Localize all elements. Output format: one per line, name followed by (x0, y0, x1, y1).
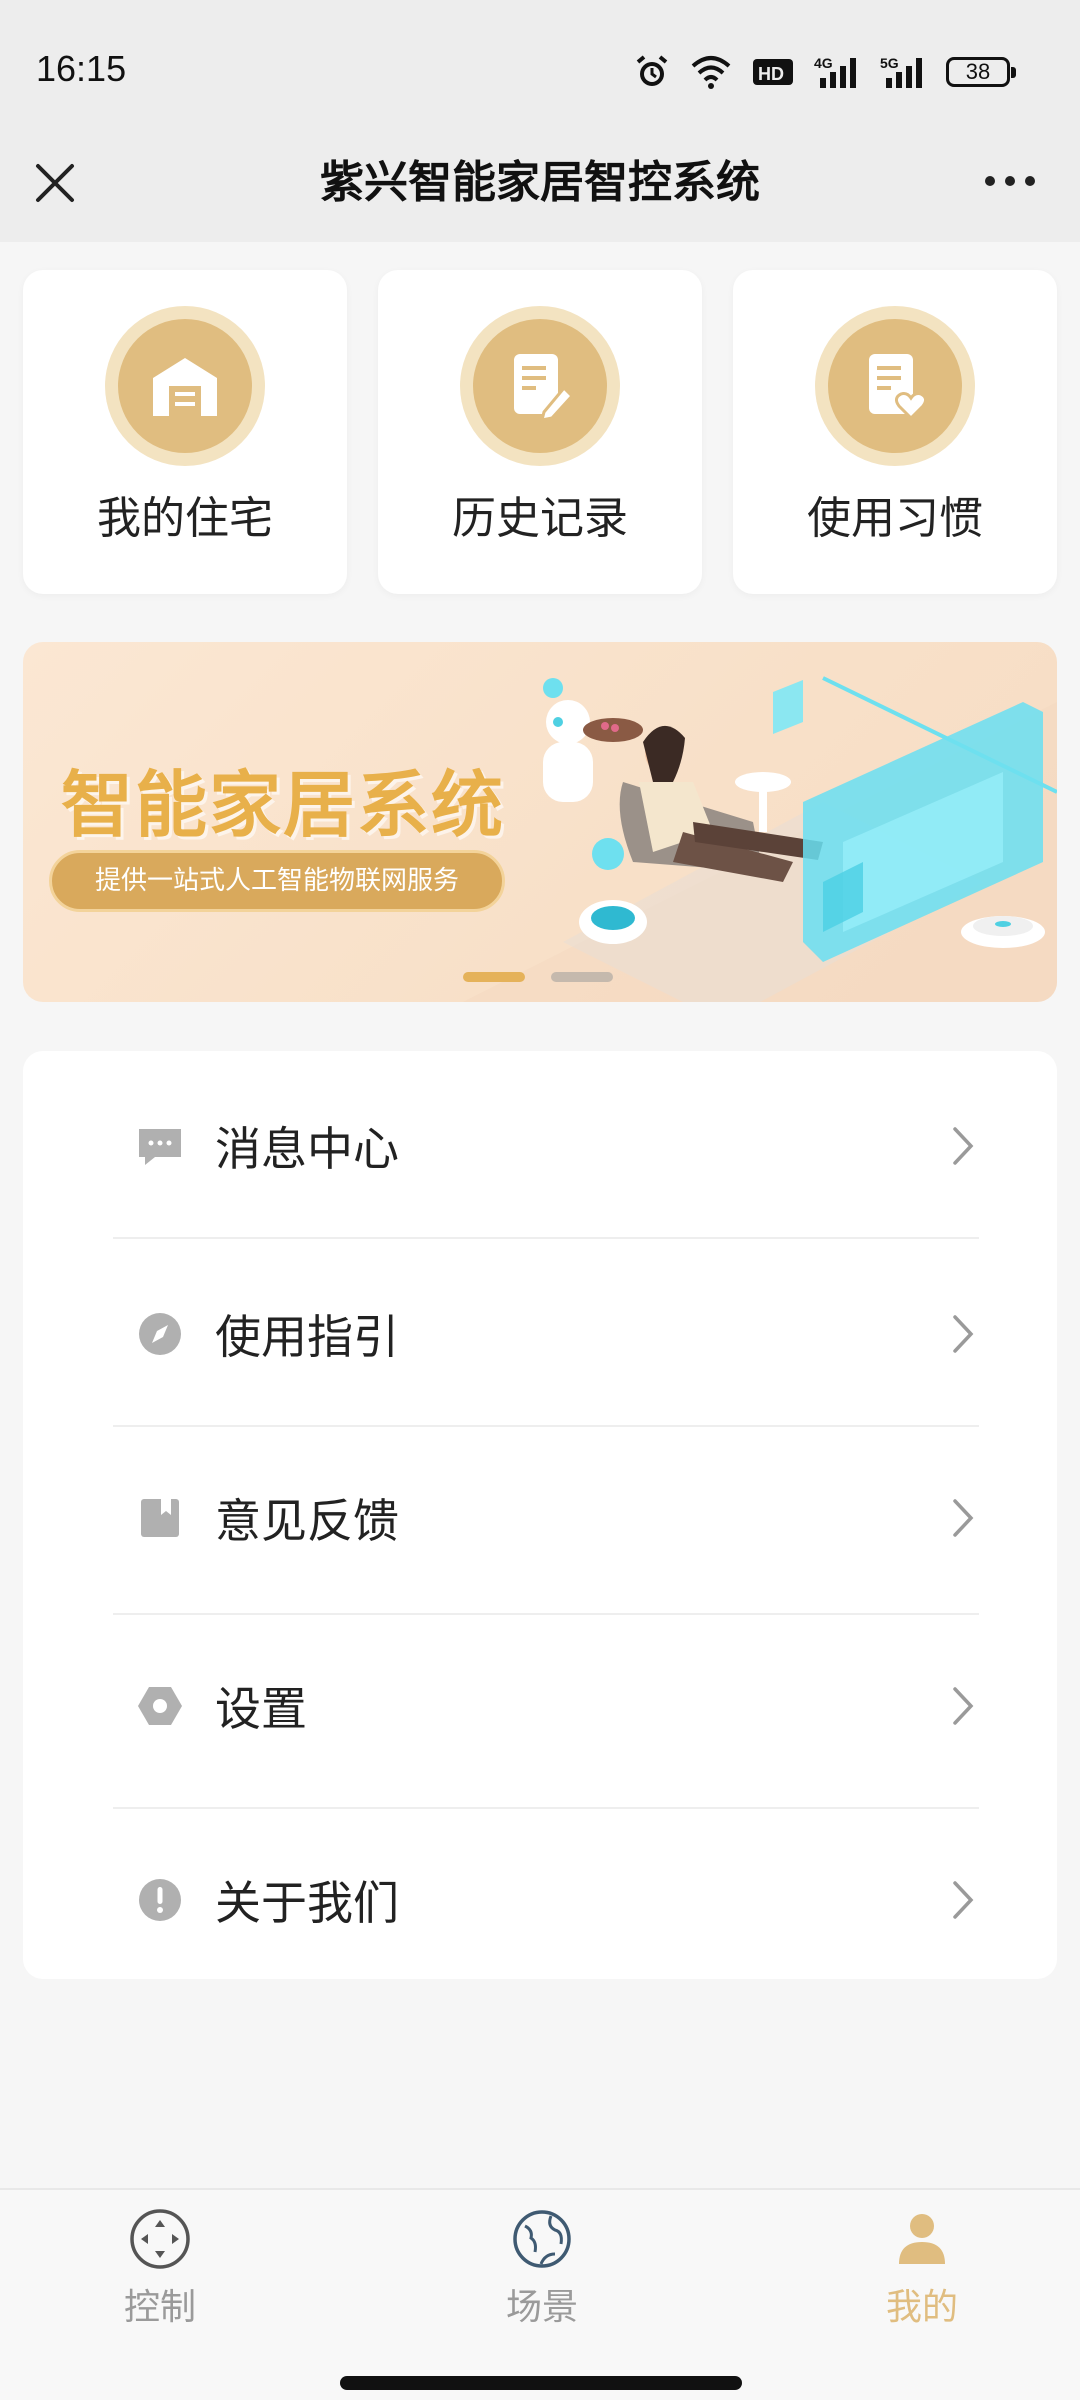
menu-item-settings[interactable]: 设置 (113, 1611, 1001, 1799)
signal-4g-icon: 4G (814, 54, 860, 90)
quick-label: 使用习惯 (807, 493, 983, 544)
chevron-right-icon (953, 1687, 974, 1725)
status-icons: HD 4G 5G 38 (634, 50, 1016, 94)
chevron-right-icon (953, 1499, 974, 1537)
nav-bar: 紫兴智能家居智控系统 (0, 140, 1080, 242)
page-title: 紫兴智能家居智控系统 (320, 157, 760, 208)
chevron-right-icon (953, 1127, 974, 1165)
chevron-right-icon (953, 1881, 974, 1919)
history-card[interactable]: 历史记录 (378, 270, 702, 594)
menu-item-label: 设置 (215, 1682, 307, 1736)
document-edit-icon (514, 354, 575, 422)
tab-label: 控制 (123, 2287, 196, 2328)
menu-list: 消息中心 使用指引 意见反馈 设置 关于我们 (23, 1051, 1057, 1979)
quick-actions: 我的住宅 历史记录 使用习惯 (23, 270, 1057, 594)
usage-habits-card[interactable]: 使用习惯 (733, 270, 1057, 594)
hd-icon: HD (752, 56, 794, 88)
alarm-icon (634, 54, 670, 90)
tab-label: 我的 (885, 2287, 958, 2328)
chevron-right-icon (953, 1315, 974, 1353)
document-heart-icon (869, 354, 928, 421)
bookmark-icon (141, 1499, 179, 1537)
menu-item-label: 消息中心 (215, 1122, 399, 1176)
banner-dot[interactable] (551, 972, 613, 982)
status-time: 16:15 (36, 48, 127, 89)
tab-control[interactable]: 控制 (80, 2208, 240, 2338)
smart-home-illustration (463, 676, 1057, 1002)
my-home-card[interactable]: 我的住宅 (23, 270, 347, 594)
wifi-icon (690, 54, 732, 90)
status-bar: 16:15 HD 4G 5G 38 (0, 0, 1080, 140)
person-icon (899, 2214, 945, 2264)
promo-banner[interactable]: 智能家居系统 提供一站式人工智能物联网服务 (23, 642, 1057, 1002)
menu-item-label: 使用指引 (215, 1310, 399, 1364)
svg-text:4G: 4G (814, 55, 833, 71)
usage-habits-icon-badge (815, 306, 975, 466)
menu-item-user-guide[interactable]: 使用指引 (113, 1239, 1001, 1427)
more-options-icon[interactable] (980, 166, 1040, 196)
banner-pagination (463, 972, 613, 982)
chat-bubble-icon (139, 1129, 181, 1165)
banner-subtitle-pill: 提供一站式人工智能物联网服务 (49, 850, 505, 912)
quick-label: 我的住宅 (97, 493, 273, 544)
control-pad-icon (130, 2209, 190, 2269)
banner-title: 智能家居系统 (61, 763, 506, 847)
menu-item-label: 意见反馈 (215, 1494, 399, 1548)
info-circle-icon (139, 1879, 181, 1921)
menu-item-label: 关于我们 (215, 1876, 399, 1930)
hexagon-settings-icon (138, 1687, 182, 1725)
compass-icon (139, 1313, 181, 1355)
history-icon-badge (460, 306, 620, 466)
globe-icon (513, 2210, 571, 2268)
warehouse-icon (153, 358, 217, 416)
my-home-icon-badge (105, 306, 265, 466)
quick-label: 历史记录 (452, 493, 628, 544)
battery-icon: 38 (946, 57, 1016, 87)
home-indicator[interactable] (340, 2376, 742, 2390)
banner-dot-active[interactable] (463, 972, 525, 982)
signal-5g-icon: 5G (880, 54, 926, 90)
svg-text:HD: HD (758, 64, 784, 84)
tab-mine[interactable]: 我的 (842, 2208, 1002, 2338)
menu-item-feedback[interactable]: 意见反馈 (113, 1423, 1001, 1611)
svg-text:5G: 5G (880, 55, 899, 71)
menu-item-message-center[interactable]: 消息中心 (113, 1051, 1001, 1239)
menu-item-about-us[interactable]: 关于我们 (113, 1805, 1001, 1993)
bottom-tab-bar: 控制 场景 我的 (0, 2188, 1080, 2400)
tab-label: 场景 (505, 2287, 578, 2328)
tab-scene[interactable]: 场景 (462, 2208, 622, 2338)
